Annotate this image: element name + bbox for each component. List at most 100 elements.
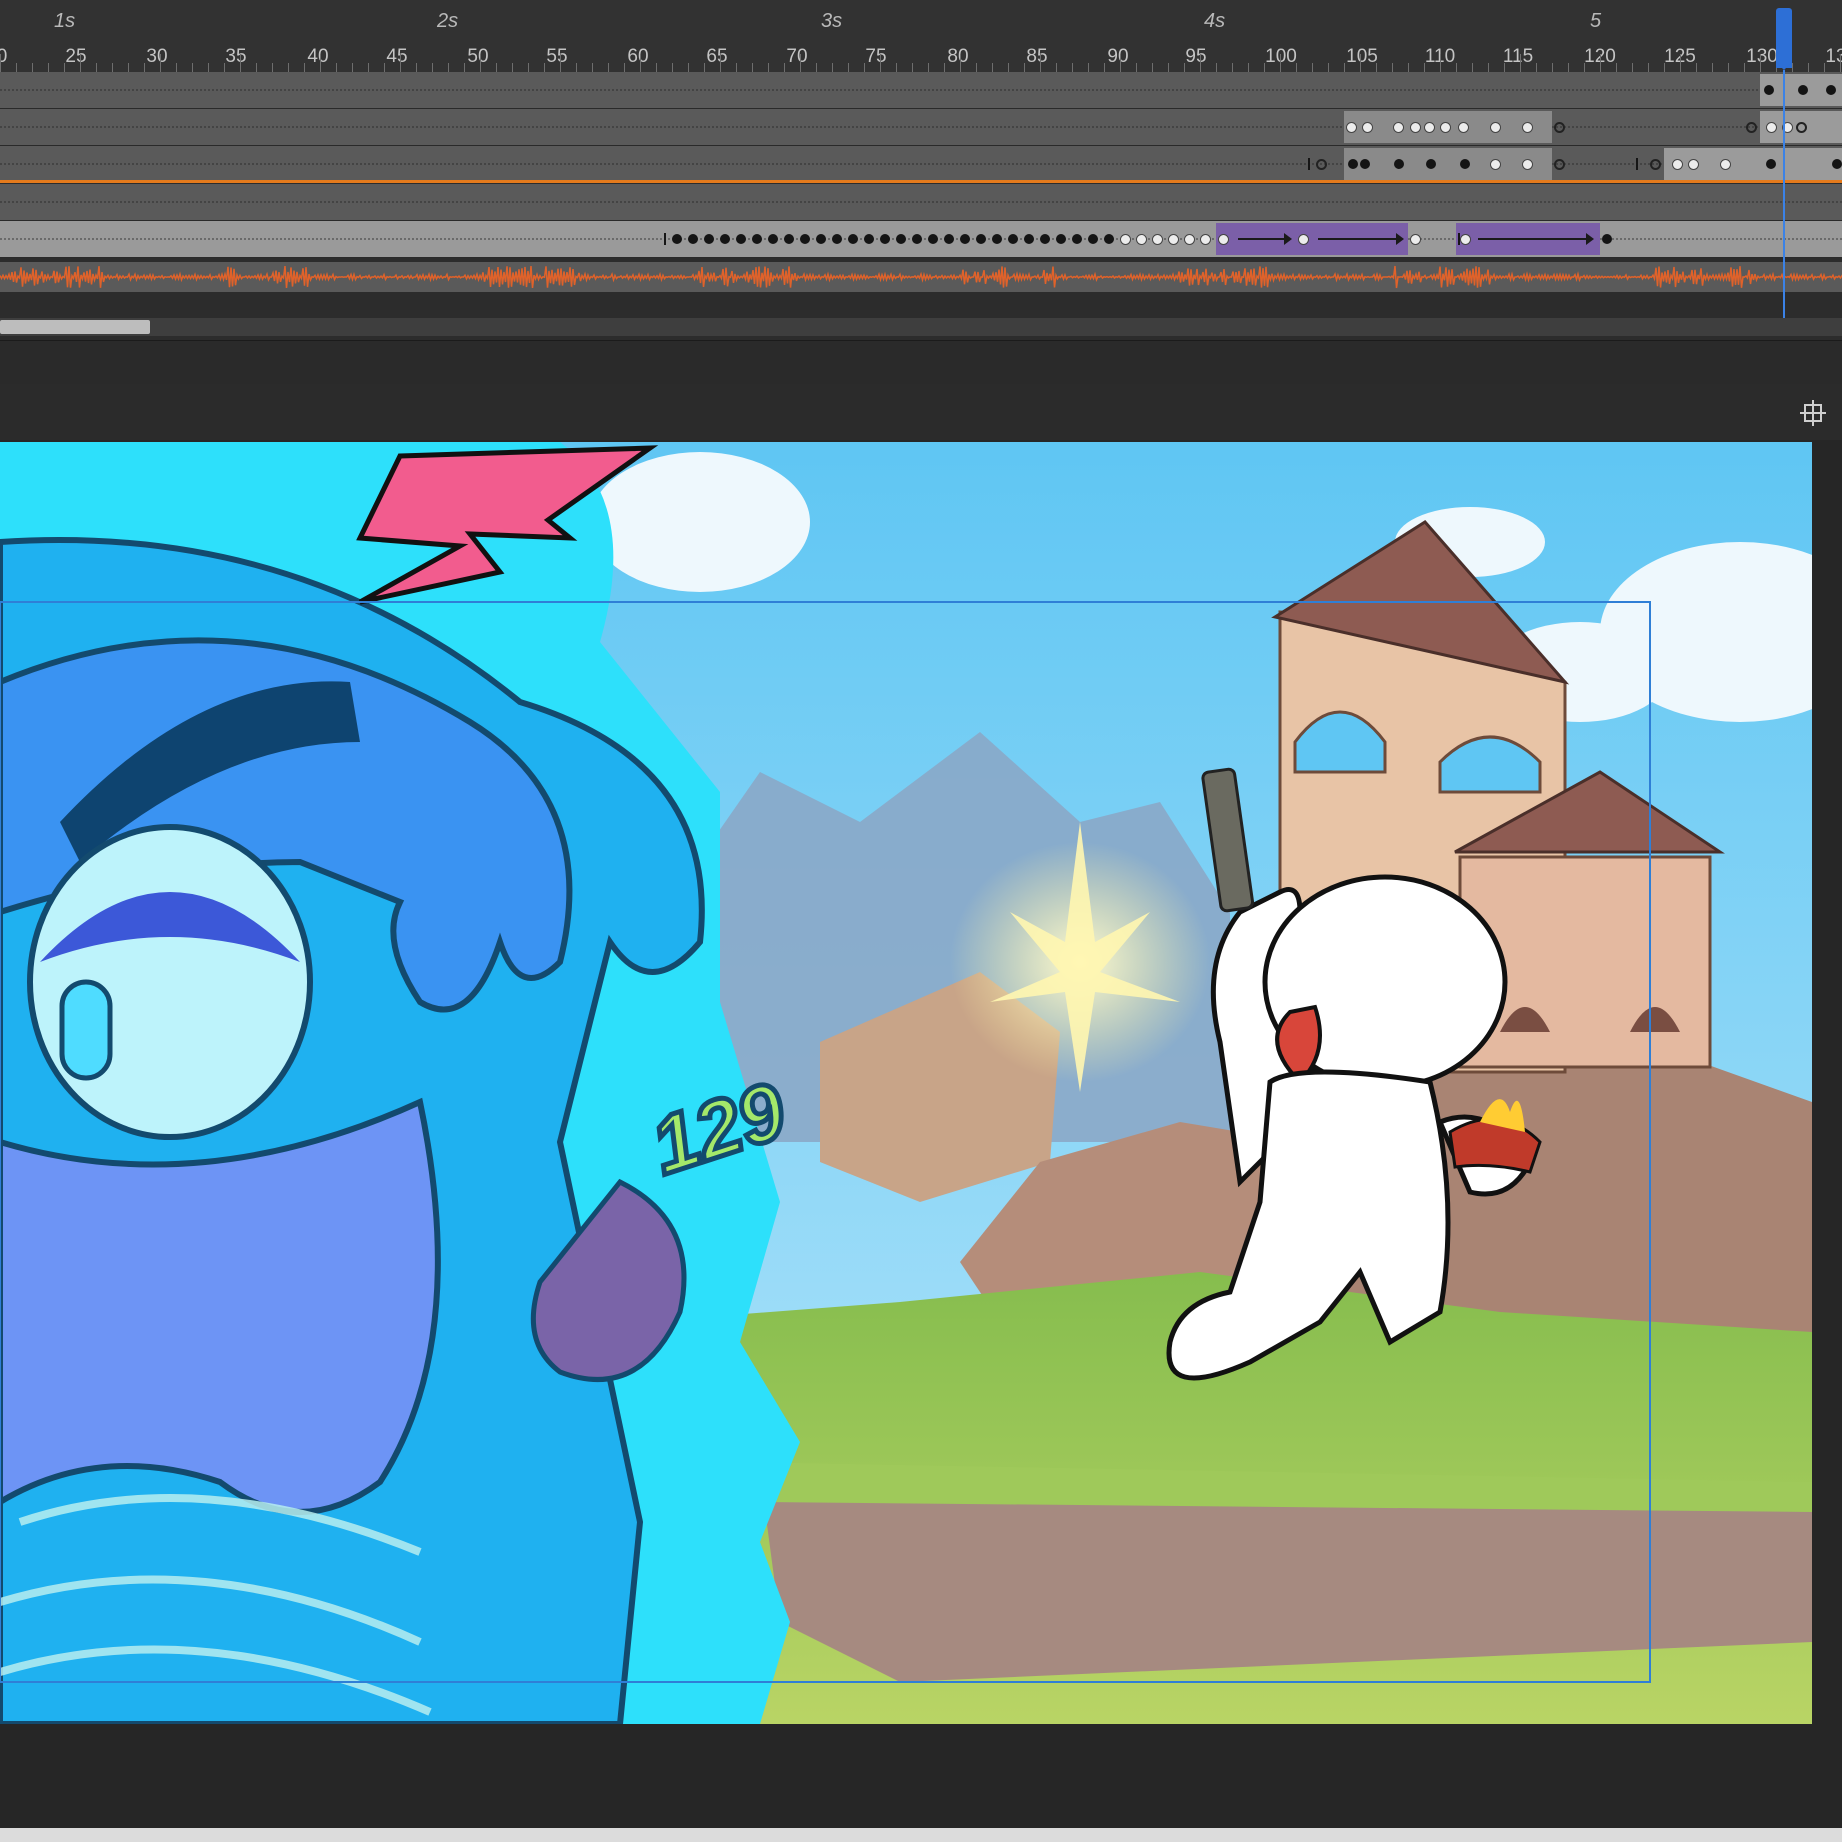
keyframe[interactable]: [816, 234, 826, 244]
second-label-1: 1s: [54, 10, 76, 32]
timeline-layer-5[interactable]: [0, 221, 1842, 258]
ruler-tick: [1136, 63, 1137, 72]
ruler-tick: [640, 54, 641, 72]
ruler-tick: [656, 63, 657, 72]
keyframe[interactable]: [1040, 234, 1050, 244]
frame-ruler[interactable]: 1s 2s 3s 4s 5 0 25 30 35 40 45 50 55 60 65 70 75 80 8…: [0, 0, 1842, 73]
ruler-tick: [1456, 63, 1457, 72]
keyframe[interactable]: [896, 234, 906, 244]
ruler-tick: [1024, 63, 1025, 72]
timeline-scroll-track[interactable]: [0, 318, 1842, 336]
ruler-tick: [992, 63, 993, 72]
ruler-tick: [1440, 54, 1441, 72]
ruler-tick: [1664, 63, 1665, 72]
keyframe[interactable]: [1056, 234, 1066, 244]
keyframe[interactable]: [1088, 234, 1098, 244]
timeline-layer-1[interactable]: [0, 72, 1842, 109]
ruler-tick: [1008, 63, 1009, 72]
stage-scrollbar[interactable]: [0, 1828, 1842, 1842]
keyframe[interactable]: [736, 234, 746, 244]
ruler-tick: [16, 63, 17, 72]
ruler-tick: [768, 63, 769, 72]
keyframe[interactable]: [1104, 234, 1114, 244]
keyframe[interactable]: [1136, 234, 1147, 245]
frame-number: 115: [1502, 46, 1534, 67]
frame-number: 85: [1026, 46, 1048, 67]
keyframe[interactable]: [1120, 234, 1131, 245]
keyframe[interactable]: [944, 234, 954, 244]
keyframe[interactable]: [1184, 234, 1195, 245]
keyframe[interactable]: [784, 234, 794, 244]
ruler-tick: [1760, 54, 1761, 72]
ruler-tick: [1152, 63, 1153, 72]
second-label-4: 4s: [1204, 10, 1226, 32]
keyframe[interactable]: [672, 234, 682, 244]
frame-number: 75: [865, 46, 887, 67]
ruler-tick: [1056, 63, 1057, 72]
keyframe[interactable]: [880, 234, 890, 244]
ruler-tick: [1584, 63, 1585, 72]
ruler-tick: [208, 63, 209, 72]
ruler-tick: [1632, 63, 1633, 72]
keyframe[interactable]: [752, 234, 762, 244]
frame-number: 95: [1185, 46, 1207, 67]
ruler-tick: [1072, 63, 1073, 72]
ruler-tick: [800, 54, 801, 72]
keyframe[interactable]: [832, 234, 842, 244]
ruler-tick: [912, 63, 913, 72]
timeline-panel: 1s 2s 3s 4s 5 0 25 30 35 40 45 50 55 60 65 70 75 80 8…: [0, 0, 1842, 340]
ruler-tick: [1120, 54, 1121, 72]
ruler-tick: [1648, 63, 1649, 72]
frame-number: 100: [1265, 46, 1297, 67]
ruler-tick: [704, 63, 705, 72]
keyframe[interactable]: [1008, 234, 1018, 244]
keyframe[interactable]: [928, 234, 938, 244]
ruler-tick: [1280, 54, 1281, 72]
ruler-tick: [1248, 63, 1249, 72]
audio-waveform-layer[interactable]: [0, 262, 1842, 292]
timeline-layer-2[interactable]: [0, 109, 1842, 146]
keyframe[interactable]: [1168, 234, 1179, 245]
timeline-layer-4[interactable]: [0, 184, 1842, 221]
ruler-tick: [1696, 63, 1697, 72]
ruler-tick: [1392, 63, 1393, 72]
stage-artwork[interactable]: 129: [0, 442, 1812, 1724]
ruler-tick: [1424, 63, 1425, 72]
playhead-tip: [1776, 62, 1792, 70]
ruler-tick: [1216, 63, 1217, 72]
ruler-tick: [1552, 63, 1553, 72]
keyframe[interactable]: [688, 234, 698, 244]
keyframe[interactable]: [864, 234, 874, 244]
crosshair-icon[interactable]: [1798, 398, 1828, 428]
playhead-handle[interactable]: [1776, 8, 1792, 68]
ruler-tick: [400, 54, 401, 72]
keyframe[interactable]: [912, 234, 922, 244]
ruler-tick: [880, 54, 881, 72]
keyframe[interactable]: [704, 234, 714, 244]
timeline-layer-3[interactable]: [0, 146, 1842, 183]
keyframe[interactable]: [848, 234, 858, 244]
ruler-tick: [336, 63, 337, 72]
ruler-tick: [480, 54, 481, 72]
keyframe[interactable]: [720, 234, 730, 244]
ruler-tick: [432, 63, 433, 72]
ruler-tick: [160, 54, 161, 72]
ruler-tick: [832, 63, 833, 72]
keyframe[interactable]: [800, 234, 810, 244]
keyframe[interactable]: [976, 234, 986, 244]
keyframe[interactable]: [768, 234, 778, 244]
ruler-tick: [1360, 54, 1361, 72]
keyframe[interactable]: [1024, 234, 1034, 244]
keyframe[interactable]: [1072, 234, 1082, 244]
ruler-tick: [224, 63, 225, 72]
ruler-tick: [32, 63, 33, 72]
timeline-scroll-thumb[interactable]: [0, 320, 150, 334]
keyframe[interactable]: [1200, 234, 1211, 245]
keyframe[interactable]: [992, 234, 1002, 244]
ruler-tick: [1616, 63, 1617, 72]
ruler-tick: [80, 54, 81, 72]
keyframe[interactable]: [1152, 234, 1163, 245]
ruler-tick: [720, 54, 721, 72]
keyframe[interactable]: [960, 234, 970, 244]
ruler-tick: [192, 63, 193, 72]
